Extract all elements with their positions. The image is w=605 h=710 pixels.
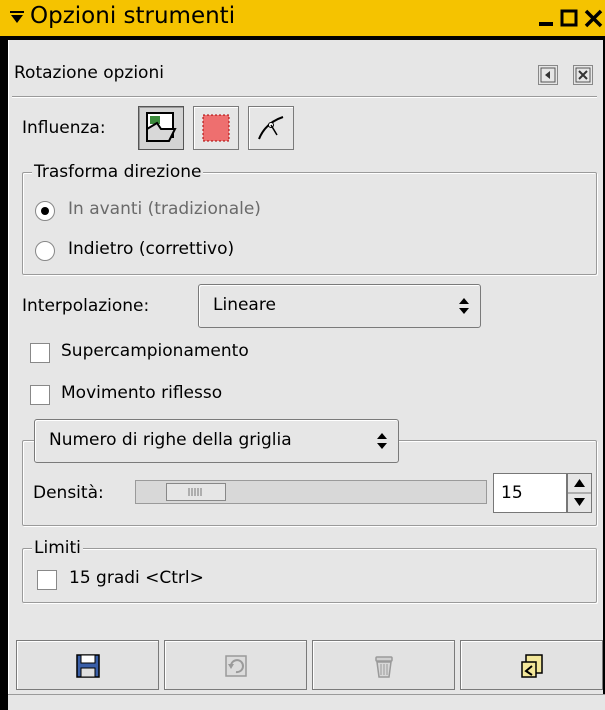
reset-options-button[interactable] [460, 640, 603, 690]
clip-checkbox[interactable] [30, 385, 50, 405]
restore-options-button[interactable] [164, 640, 307, 690]
affect-selection-button[interactable] [193, 106, 239, 150]
updown-arrow-icon [459, 298, 469, 314]
separator [12, 96, 597, 98]
save-options-button[interactable] [16, 640, 159, 690]
tool-options-panel [8, 40, 603, 710]
dialog-title: Rotazione opzioni [14, 63, 164, 83]
spin-arrows-icon [568, 479, 591, 506]
dialog-menu-button[interactable] [538, 65, 558, 85]
affect-label: Influenza: [22, 118, 106, 138]
interpolation-label: Interpolazione: [22, 296, 150, 316]
chevron-left-icon [540, 67, 556, 83]
tool-options-window: Opzioni strumenti Rotazione opzioni Infl… [0, 0, 605, 710]
direction-frame [22, 172, 597, 275]
density-slider-thumb[interactable] [166, 483, 226, 501]
reset-icon [521, 654, 543, 678]
interpolation-value: Lineare [213, 295, 276, 315]
radio-forward-label: In avanti (tradizionale) [68, 199, 261, 219]
path-icon [258, 116, 284, 140]
window-title: Opzioni strumenti [30, 3, 236, 29]
radio-backward-label: Indietro (correttivo) [68, 239, 235, 259]
density-label: Densità: [33, 483, 104, 503]
density-value: 15 [501, 483, 523, 503]
interpolation-select[interactable]: Lineare [198, 284, 481, 328]
updown-arrow-icon [377, 433, 387, 449]
titlebar[interactable]: Opzioni strumenti [0, 0, 605, 38]
selection-icon [202, 114, 230, 142]
dialog-close-button[interactable] [573, 65, 593, 85]
preview-value: Numero di righe della griglia [49, 430, 292, 450]
density-spinner[interactable] [567, 473, 592, 513]
maximize-icon[interactable] [559, 7, 581, 29]
direction-legend: Trasforma direzione [32, 162, 204, 182]
supersample-label: Supercampionamento [61, 341, 249, 361]
density-slider[interactable] [135, 480, 487, 504]
constrain-checkbox[interactable] [37, 570, 57, 590]
affect-path-button[interactable] [248, 106, 294, 150]
close-icon[interactable] [583, 7, 605, 29]
grip-icon [188, 488, 202, 496]
limits-legend: Limiti [32, 538, 83, 558]
window-menu-icon[interactable] [9, 10, 25, 26]
save-icon [76, 654, 100, 678]
delete-icon [375, 656, 393, 678]
close-icon [575, 67, 591, 83]
delete-options-button[interactable] [312, 640, 455, 690]
status-strip [8, 694, 605, 710]
affect-layer-button[interactable] [138, 106, 184, 150]
radio-backward[interactable] [35, 241, 55, 261]
radio-forward[interactable] [35, 201, 55, 221]
minimize-icon[interactable] [536, 7, 558, 29]
preview-select[interactable]: Numero di righe della griglia [34, 419, 399, 463]
dialog-header: Rotazione opzioni [8, 60, 598, 90]
restore-icon [225, 655, 247, 677]
layer-icon [146, 112, 177, 142]
supersample-checkbox[interactable] [30, 343, 50, 363]
density-input[interactable]: 15 [493, 473, 567, 513]
clip-label: Movimento riflesso [61, 383, 223, 403]
constrain-label: 15 gradi <Ctrl> [69, 568, 204, 588]
